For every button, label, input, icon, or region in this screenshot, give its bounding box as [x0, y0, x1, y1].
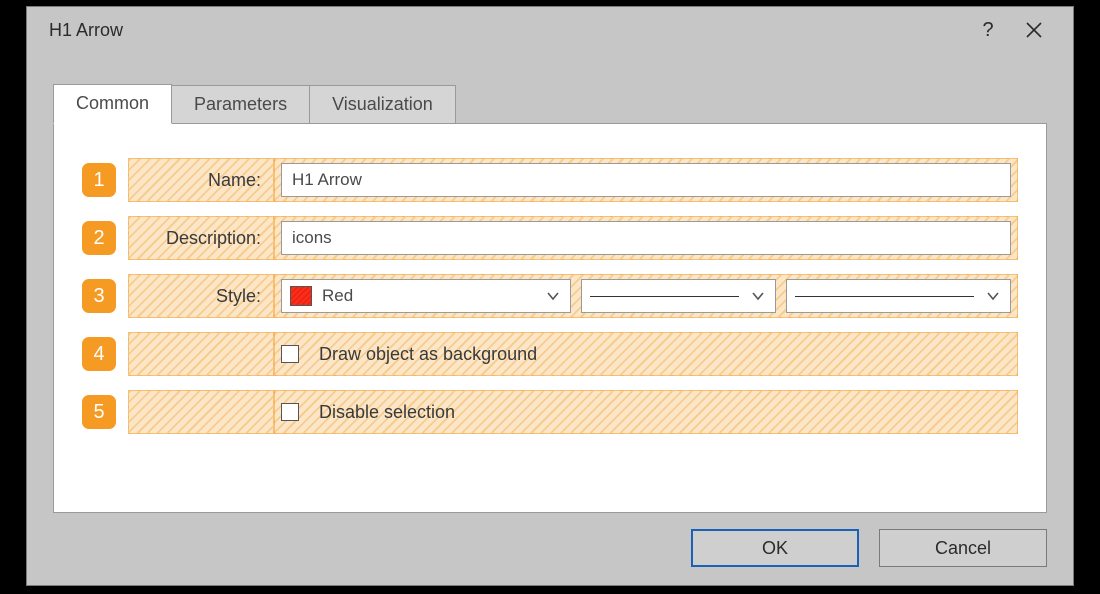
tab-parameters[interactable]: Parameters [171, 85, 310, 124]
disable-selection-label: Disable selection [319, 402, 455, 423]
row-draw-background: 4 Draw object as background [82, 332, 1018, 376]
window-title: H1 Arrow [49, 20, 965, 41]
draw-background-cell: Draw object as background [274, 332, 1018, 376]
cancel-button-label: Cancel [935, 538, 991, 559]
tab-label: Visualization [332, 94, 433, 114]
tab-bar: Common Parameters Visualization [53, 83, 1047, 123]
tab-label: Parameters [194, 94, 287, 114]
color-dropdown[interactable]: Red [281, 279, 571, 313]
annotation-badge-3: 3 [82, 279, 116, 313]
line-width-dropdown[interactable] [786, 279, 1011, 313]
dialog-footer: OK Cancel [27, 525, 1073, 585]
ok-button[interactable]: OK [691, 529, 859, 567]
row-description: 2 Description: icons [82, 216, 1018, 260]
annotation-badge-2: 2 [82, 221, 116, 255]
annotation-badge-5: 5 [82, 395, 116, 429]
tab-panel-common: 1 Name: H1 Arrow 2 Description: icons 3 … [53, 123, 1047, 513]
chevron-down-icon [751, 286, 765, 306]
draw-background-label: Draw object as background [319, 344, 537, 365]
description-input-value: icons [292, 228, 332, 248]
close-icon [1025, 21, 1043, 39]
disable-selection-cell: Disable selection [274, 390, 1018, 434]
close-button[interactable] [1011, 7, 1057, 53]
description-field-cell: icons [274, 216, 1018, 260]
line-style-preview-icon [590, 296, 739, 297]
empty-label-cell [128, 390, 274, 434]
tab-label: Common [76, 93, 149, 113]
name-input[interactable]: H1 Arrow [281, 163, 1011, 197]
annotation-badge-1: 1 [82, 163, 116, 197]
dialog-window: H1 Arrow ? Common Parameters Visualizati… [26, 6, 1074, 586]
chevron-down-icon [546, 286, 560, 306]
cancel-button[interactable]: Cancel [879, 529, 1047, 567]
help-icon: ? [982, 19, 993, 42]
row-style: 3 Style: Red [82, 274, 1018, 318]
titlebar: H1 Arrow ? [27, 7, 1073, 53]
chevron-down-icon [986, 286, 1000, 306]
color-dropdown-value: Red [322, 286, 353, 306]
empty-label-cell [128, 332, 274, 376]
tab-common[interactable]: Common [53, 84, 172, 124]
name-label: Name: [128, 158, 274, 202]
annotation-badge-4: 4 [82, 337, 116, 371]
help-button[interactable]: ? [965, 7, 1011, 53]
name-input-value: H1 Arrow [292, 170, 362, 190]
description-label: Description: [128, 216, 274, 260]
description-input[interactable]: icons [281, 221, 1011, 255]
draw-background-checkbox[interactable] [281, 345, 299, 363]
row-disable-selection: 5 Disable selection [82, 390, 1018, 434]
line-width-preview-icon [795, 296, 974, 297]
line-style-dropdown[interactable] [581, 279, 776, 313]
row-name: 1 Name: H1 Arrow [82, 158, 1018, 202]
style-label: Style: [128, 274, 274, 318]
name-field-cell: H1 Arrow [274, 158, 1018, 202]
ok-button-label: OK [762, 538, 788, 559]
style-field-cell: Red [274, 274, 1018, 318]
disable-selection-checkbox[interactable] [281, 403, 299, 421]
tab-visualization[interactable]: Visualization [309, 85, 456, 124]
color-swatch-icon [290, 286, 312, 306]
